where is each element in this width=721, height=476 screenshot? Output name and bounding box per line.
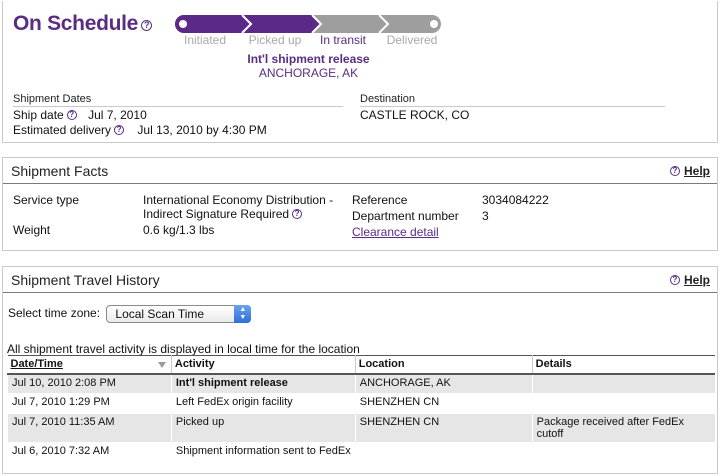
- shipment-dates: Shipment Dates Ship date? Jul 7, 2010 Es…: [13, 93, 343, 137]
- current-location: ANCHORAGE, AK: [258, 66, 359, 80]
- step-label-initiated: Initiated: [183, 33, 227, 47]
- cell-details: [531, 393, 715, 414]
- help-question-icon[interactable]: ?: [66, 110, 77, 120]
- cell-datetime: Jul 7, 2010 1:29 PM: [7, 393, 172, 414]
- column-header-details: Details: [531, 355, 715, 375]
- column-header-datetime-label: Date/Time: [10, 358, 63, 371]
- status-title: On Schedule?: [13, 12, 153, 36]
- cell-activity: Picked up: [170, 413, 356, 443]
- service-type-line2-wrap: Indirect Signature Required?: [143, 207, 303, 221]
- travel-history-title: Shipment Travel History: [11, 272, 160, 288]
- cell-activity: Int'l shipment release: [170, 373, 356, 394]
- table-row: Jul 6, 2010 7:32 AM Shipment information…: [7, 442, 715, 463]
- cell-activity: Left FedEx origin facility: [170, 393, 356, 414]
- travel-history-header: Shipment Travel History ? Help: [3, 267, 717, 293]
- reference-value: 3034084222: [482, 193, 549, 207]
- table-header-row: Date/Time Activity Location Details: [7, 355, 715, 375]
- step-label-picked-up: Picked up: [248, 33, 302, 47]
- status-title-text: On Schedule: [13, 12, 139, 35]
- column-header-location: Location: [354, 355, 533, 375]
- timezone-row: Select time zone: Local Scan Time ▲ ▼: [8, 305, 252, 323]
- column-header-activity: Activity: [170, 355, 356, 375]
- column-header-datetime[interactable]: Date/Time: [7, 355, 172, 375]
- current-activity: Int'l shipment release: [247, 52, 370, 66]
- cell-location: SHENZHEN CN: [354, 393, 533, 414]
- clearance-detail-link[interactable]: Clearance detail: [352, 225, 439, 239]
- cell-datetime: Jul 7, 2010 11:35 AM: [7, 413, 172, 443]
- sort-down-icon: [157, 362, 166, 368]
- table-row: Jul 10, 2010 2:08 PM Int'l shipment rele…: [7, 373, 715, 394]
- service-type-label: Service type: [13, 193, 80, 207]
- cell-details: Package received after FedEx cutoff: [531, 413, 715, 443]
- reference-label: Reference: [352, 193, 408, 207]
- destination-heading: Destination: [360, 93, 665, 107]
- travel-history-section: Shipment Travel History ? Help Select tim…: [2, 266, 718, 474]
- history-help-label: Help: [683, 273, 710, 287]
- shipment-facts-header: Shipment Facts ? Help: [3, 158, 717, 184]
- help-question-icon[interactable]: ?: [114, 125, 125, 135]
- service-type-line2: Indirect Signature Required: [143, 207, 290, 221]
- cell-location: SHENZHEN CN: [354, 413, 533, 443]
- help-question-icon[interactable]: ?: [141, 20, 153, 31]
- step-label-in-transit: In transit: [319, 33, 367, 47]
- progress-end-dot: [430, 20, 438, 28]
- progress-bar: [175, 14, 441, 34]
- destination: Destination CASTLE ROCK, CO: [360, 93, 665, 122]
- estimated-delivery-row: Estimated delivery? Jul 13, 2010 by 4:30…: [13, 123, 343, 137]
- estimated-delivery-value: Jul 13, 2010 by 4:30 PM: [137, 123, 267, 137]
- table-row: Jul 7, 2010 11:35 AM Picked up SHENZHEN …: [7, 413, 715, 443]
- help-question-icon: ?: [669, 166, 680, 176]
- ship-date-row: Ship date? Jul 7, 2010: [13, 108, 343, 122]
- shipment-facts-section: Shipment Facts ? Help Service type Intern…: [2, 157, 718, 251]
- help-question-icon: ?: [669, 275, 680, 285]
- cell-location: [354, 442, 533, 463]
- cell-location: ANCHORAGE, AK: [354, 373, 533, 394]
- help-question-icon[interactable]: ?: [292, 209, 303, 219]
- timezone-label: Select time zone:: [8, 306, 101, 321]
- service-type-line1: International Economy Distribution -: [143, 193, 334, 207]
- cell-datetime: Jul 10, 2010 2:08 PM: [7, 373, 172, 394]
- weight-label: Weight: [13, 223, 51, 237]
- department-value: 3: [482, 209, 489, 223]
- shipment-facts-title: Shipment Facts: [11, 163, 109, 179]
- progress-fill: [175, 15, 321, 33]
- travel-history-table: Date/Time Activity Location Details Jul …: [7, 355, 715, 463]
- cell-activity: Shipment information sent to FedEx: [170, 442, 356, 463]
- destination-value: CASTLE ROCK, CO: [360, 108, 470, 122]
- department-label: Department number: [352, 209, 459, 223]
- select-arrows-icon: ▲ ▼: [234, 305, 252, 323]
- history-note: All shipment travel activity is displaye…: [7, 342, 360, 356]
- timezone-select[interactable]: Local Scan Time ▲ ▼: [106, 305, 252, 323]
- weight-value: 0.6 kg/1.3 lbs: [143, 223, 215, 237]
- progress-labels: Initiated Picked up In transit Delivered: [171, 33, 446, 47]
- step-label-delivered: Delivered: [386, 33, 438, 47]
- progress-start-dot: [179, 20, 187, 28]
- timezone-selected-value: Local Scan Time: [115, 307, 205, 321]
- table-row: Jul 7, 2010 1:29 PM Left FedEx origin fa…: [7, 393, 715, 414]
- ship-date-value: Jul 7, 2010: [88, 108, 147, 122]
- history-help-link[interactable]: ? Help: [669, 273, 710, 287]
- facts-help-label: Help: [683, 164, 710, 178]
- estimated-delivery-label: Estimated delivery: [13, 123, 112, 137]
- status-panel: On Schedule? Initiated Picked up In tran…: [2, 1, 718, 143]
- cell-details: [531, 442, 715, 463]
- cell-details: [531, 373, 715, 394]
- facts-help-link[interactable]: ? Help: [669, 164, 710, 178]
- shipment-dates-heading: Shipment Dates: [13, 93, 343, 107]
- cell-datetime: Jul 6, 2010 7:32 AM: [7, 442, 172, 463]
- ship-date-label: Ship date: [13, 108, 64, 122]
